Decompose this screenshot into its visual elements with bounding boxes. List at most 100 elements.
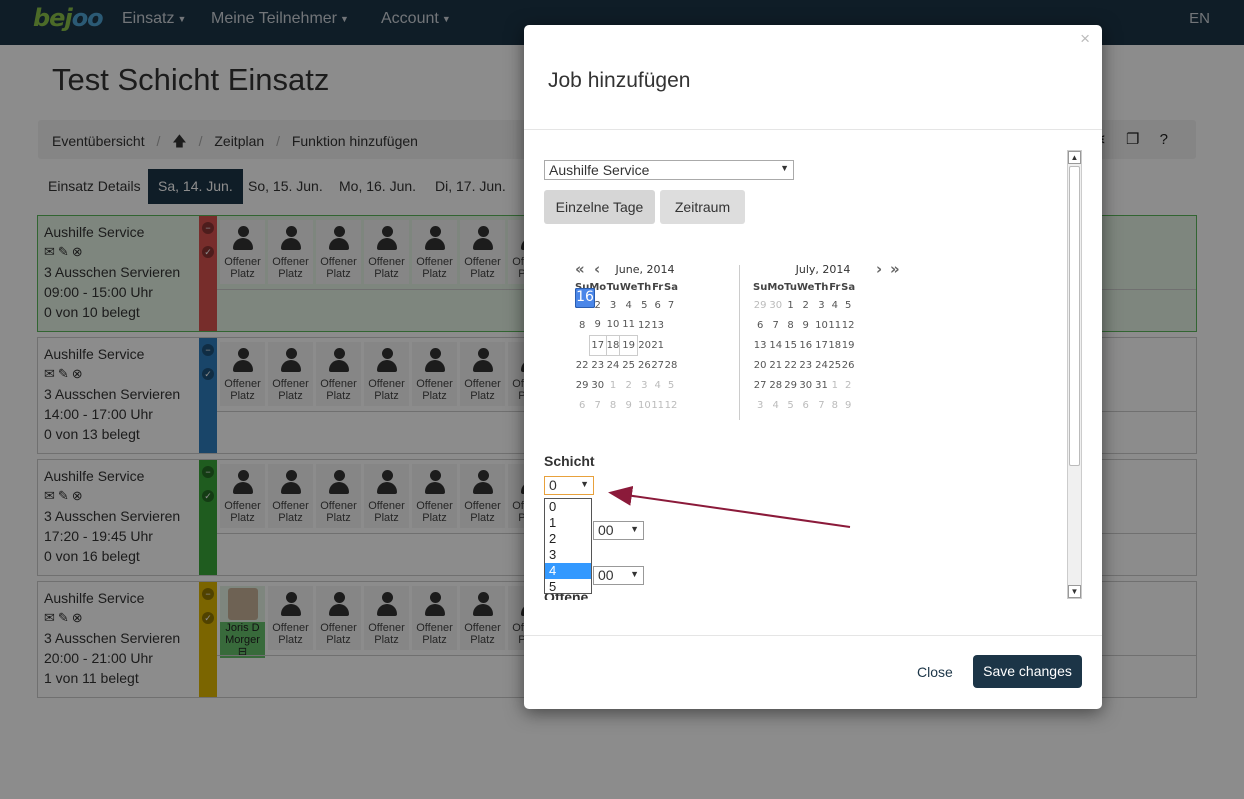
- dropdown-option[interactable]: 5: [545, 579, 591, 595]
- calendar-day[interactable]: 8: [828, 395, 841, 415]
- calendar-day[interactable]: 24: [606, 355, 620, 375]
- minute-select-b[interactable]: 00 ▼: [593, 566, 644, 585]
- close-button[interactable]: Close: [917, 664, 953, 680]
- calendar-day[interactable]: 23: [589, 355, 606, 375]
- calendar-day[interactable]: 29: [784, 375, 797, 395]
- calendar-day[interactable]: 2: [841, 375, 855, 395]
- calendar-day[interactable]: 2: [620, 375, 637, 395]
- calendar-day[interactable]: 27: [651, 355, 664, 375]
- calendar-day[interactable]: 31: [814, 375, 828, 395]
- calendar-day[interactable]: 3: [814, 295, 828, 315]
- calendar-day[interactable]: 3: [637, 375, 651, 395]
- calendar-day[interactable]: 1: [828, 375, 841, 395]
- calendar-day[interactable]: 26: [637, 355, 651, 375]
- calendar-day[interactable]: 19: [619, 334, 638, 356]
- dropdown-option[interactable]: 2: [545, 531, 591, 547]
- calendar-day[interactable]: 12: [637, 315, 651, 335]
- calendar-day[interactable]: 21: [651, 335, 664, 355]
- calendar-day[interactable]: 17: [814, 335, 828, 355]
- calendar-day[interactable]: 22: [575, 355, 589, 375]
- calendar-day[interactable]: 8: [606, 395, 620, 415]
- next-year-icon[interactable]: »: [890, 260, 900, 278]
- calendar-day[interactable]: 22: [784, 355, 797, 375]
- calendar-day[interactable]: 29: [575, 375, 589, 395]
- calendar-day[interactable]: 13: [651, 315, 664, 335]
- calendar-day[interactable]: 30: [589, 375, 606, 395]
- calendar-day[interactable]: 8: [575, 315, 589, 335]
- schicht-select[interactable]: 0 ▼: [544, 476, 594, 495]
- modal-scrollbar[interactable]: ▲ ▼: [1067, 150, 1082, 599]
- calendar-day[interactable]: 29: [753, 295, 767, 315]
- dropdown-option[interactable]: 3: [545, 547, 591, 563]
- calendar-day[interactable]: 28: [664, 355, 678, 375]
- calendar-day[interactable]: 11: [620, 315, 637, 335]
- calendar-day[interactable]: 3: [753, 395, 767, 415]
- calendar-day[interactable]: 18: [828, 335, 841, 355]
- calendar-day[interactable]: 5: [784, 395, 797, 415]
- scrollbar-thumb[interactable]: [1069, 166, 1080, 466]
- calendar-day[interactable]: 11: [651, 395, 664, 415]
- calendar-day[interactable]: 15: [784, 335, 797, 355]
- calendar-day[interactable]: 5: [841, 295, 855, 315]
- close-icon[interactable]: ×: [1080, 29, 1090, 49]
- dropdown-option-highlighted[interactable]: 4: [545, 563, 591, 579]
- calendar-day[interactable]: 1: [784, 295, 797, 315]
- calendar-day[interactable]: 20: [753, 355, 767, 375]
- calendar-day[interactable]: 3: [606, 295, 620, 315]
- function-select[interactable]: Aushilfe Service ▼: [544, 160, 794, 180]
- calendar-day[interactable]: 9: [841, 395, 855, 415]
- dropdown-option[interactable]: 0: [545, 499, 591, 515]
- calendar-day[interactable]: 9: [797, 315, 814, 335]
- scroll-down-icon[interactable]: ▼: [1068, 585, 1081, 598]
- single-days-button[interactable]: Einzelne Tage: [544, 190, 655, 224]
- calendar-day[interactable]: 11: [828, 315, 841, 335]
- calendar-day[interactable]: 27: [753, 375, 767, 395]
- calendar-day[interactable]: 17: [588, 334, 607, 356]
- calendar-day[interactable]: 25: [620, 355, 637, 375]
- calendar-day[interactable]: 16: [575, 288, 595, 308]
- calendar-day[interactable]: 12: [664, 395, 678, 415]
- calendar-day[interactable]: 7: [814, 395, 828, 415]
- range-button[interactable]: Zeitraum: [660, 190, 745, 224]
- calendar-day[interactable]: 10: [606, 315, 620, 335]
- calendar-day[interactable]: 9: [620, 395, 637, 415]
- calendar-day[interactable]: 6: [797, 395, 814, 415]
- save-button[interactable]: Save changes: [973, 655, 1082, 688]
- calendar-day[interactable]: 4: [651, 375, 664, 395]
- calendar-day[interactable]: 14: [767, 335, 784, 355]
- calendar-day[interactable]: 16: [797, 335, 814, 355]
- calendar-day[interactable]: 6: [753, 315, 767, 335]
- calendar-day[interactable]: 6: [651, 295, 664, 315]
- calendar-day[interactable]: 20: [637, 335, 651, 355]
- scroll-up-icon[interactable]: ▲: [1068, 151, 1081, 164]
- calendar-day[interactable]: 1: [606, 375, 620, 395]
- calendar-day[interactable]: 25: [828, 355, 841, 375]
- calendar-day[interactable]: 4: [620, 295, 637, 315]
- next-month-icon[interactable]: ›: [876, 260, 882, 278]
- calendar-day[interactable]: 12: [841, 315, 855, 335]
- calendar-day[interactable]: 13: [753, 335, 767, 355]
- calendar-day[interactable]: 28: [767, 375, 784, 395]
- calendar-day[interactable]: 7: [589, 395, 606, 415]
- calendar-day[interactable]: 5: [664, 375, 678, 395]
- calendar-day[interactable]: 2: [797, 295, 814, 315]
- calendar-day[interactable]: 21: [767, 355, 784, 375]
- schicht-dropdown-list[interactable]: 0 1 2 3 4 5: [544, 498, 592, 594]
- calendar-day[interactable]: 7: [664, 295, 678, 315]
- calendar-day[interactable]: 10: [814, 315, 828, 335]
- calendar-day[interactable]: 4: [828, 295, 841, 315]
- calendar-day[interactable]: 18: [605, 334, 621, 356]
- minute-select-a[interactable]: 00 ▼: [593, 521, 644, 540]
- calendar-day[interactable]: 24: [814, 355, 828, 375]
- calendar-day[interactable]: 6: [575, 395, 589, 415]
- calendar-day[interactable]: 10: [637, 395, 651, 415]
- calendar-day[interactable]: 8: [784, 315, 797, 335]
- calendar-day[interactable]: 30: [797, 375, 814, 395]
- calendar-day[interactable]: 19: [841, 335, 855, 355]
- calendar-day[interactable]: 4: [767, 395, 784, 415]
- calendar-day[interactable]: 9: [589, 315, 606, 335]
- calendar-day[interactable]: 26: [841, 355, 855, 375]
- calendar-day[interactable]: 5: [637, 295, 651, 315]
- calendar-day[interactable]: 23: [797, 355, 814, 375]
- dropdown-option[interactable]: 1: [545, 515, 591, 531]
